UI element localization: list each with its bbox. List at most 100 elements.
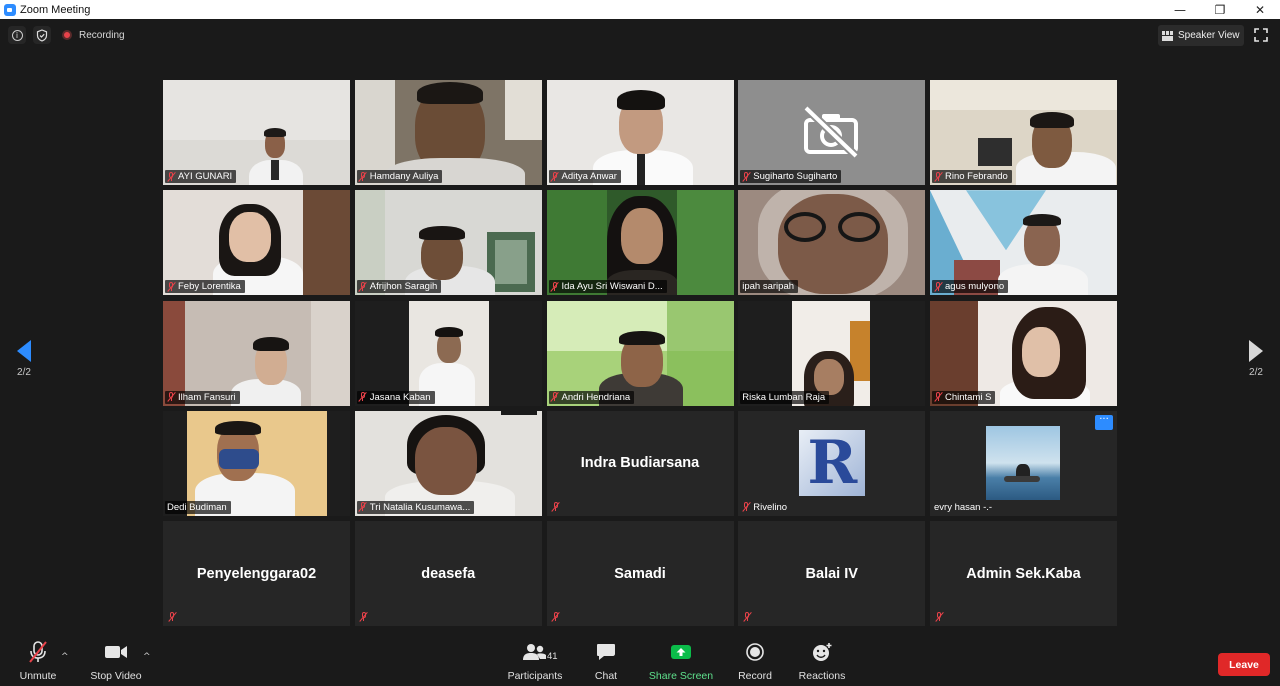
- participant-tile[interactable]: Tri Natalia Kusumawa...: [354, 410, 542, 516]
- mic-muted-icon: [358, 391, 368, 403]
- mic-muted-icon: [934, 611, 944, 623]
- record-icon: [735, 640, 775, 664]
- mic-muted-icon: [166, 171, 176, 182]
- participant-name: Tri Natalia Kusumawa...: [369, 501, 471, 513]
- participant-tile[interactable]: Ida Ayu Sri Wiswani D...: [546, 190, 734, 296]
- participant-tile[interactable]: Penyelenggara02: [163, 521, 350, 626]
- participant-name: Ida Ayu Sri Wiswani D...: [561, 281, 663, 293]
- participant-name: evry hasan -.-: [934, 501, 993, 513]
- previous-page-button[interactable]: 2/2: [9, 340, 39, 390]
- stop-video-button[interactable]: Stop Video: [90, 640, 142, 686]
- page-indicator-right: 2/2: [1249, 367, 1263, 378]
- participant-tile[interactable]: agus mulyono: [930, 190, 1117, 296]
- recording-label: Recording: [79, 29, 125, 41]
- grid-view-icon: [1162, 30, 1174, 41]
- participant-name: Sugiharto Sugiharto: [753, 171, 838, 182]
- participant-video: [930, 300, 1117, 406]
- participant-tile[interactable]: Ilham Fansuri: [163, 300, 350, 406]
- participant-tile[interactable]: Hamdany Auliya: [354, 80, 542, 185]
- participant-tile[interactable]: Jasana Kaban: [354, 300, 542, 406]
- participant-tile[interactable]: Rino Febrando: [930, 80, 1117, 185]
- participant-tile[interactable]: Chintami S: [930, 300, 1117, 406]
- participant-nameplate: AYI GUNARI: [165, 170, 237, 183]
- participant-nameplate: Jasana Kaban: [356, 390, 435, 404]
- participant-tile[interactable]: ipah saripah: [738, 190, 926, 296]
- minimize-button[interactable]: —: [1160, 0, 1200, 19]
- recording-dot-icon: [62, 30, 72, 40]
- participant-tile[interactable]: AYI GUNARI: [163, 80, 350, 185]
- mic-muted-icon: [550, 391, 560, 403]
- participant-nameplate: Afrijhon Saragih: [356, 280, 442, 294]
- leave-button[interactable]: Leave: [1218, 653, 1270, 676]
- participant-name: Rivelino: [753, 501, 788, 513]
- participant-display-name: Indra Budiarsana: [580, 455, 700, 472]
- participant-nameplate: Aditya Anwar: [548, 170, 621, 183]
- participant-name: AYI GUNARI: [178, 171, 233, 182]
- record-button[interactable]: Record: [735, 640, 775, 686]
- mic-muted-icon: [743, 611, 752, 623]
- participant-nameplate: evry hasan -.-: [932, 501, 996, 514]
- gallery-grid: AYI GUNARI Hamdany Auliya Aditya Anwar S…: [163, 80, 1117, 626]
- participant-nameplate: Hamdany Auliya: [356, 170, 443, 183]
- meeting-info-icon[interactable]: i: [8, 26, 26, 44]
- video-options-caret[interactable]: ^: [143, 652, 151, 662]
- mic-muted-icon: [551, 611, 561, 623]
- participant-nameplate: ipah saripah: [740, 280, 799, 294]
- participant-tile[interactable]: Admin Sek.Kaba: [930, 521, 1117, 626]
- reactions-label: Reactions: [798, 670, 846, 682]
- close-button[interactable]: ✕: [1240, 0, 1280, 19]
- participant-tile[interactable]: Balai IV: [738, 521, 926, 626]
- stop-video-label: Stop Video: [90, 670, 142, 682]
- participant-tile[interactable]: R Rivelino: [738, 410, 926, 516]
- next-page-button[interactable]: 2/2: [1241, 340, 1271, 390]
- participant-tile[interactable]: Dedi Budiman: [163, 410, 350, 516]
- participant-nameplate: Ilham Fansuri: [165, 390, 240, 404]
- participants-button[interactable]: Participants: [505, 640, 565, 686]
- participant-video: [546, 300, 734, 406]
- title-bar: Zoom Meeting — ❐ ✕: [0, 0, 1280, 19]
- profile-picture: R: [799, 427, 866, 498]
- reactions-button[interactable]: Reactions: [798, 640, 846, 686]
- mic-muted-icon: [358, 502, 368, 513]
- recording-indicator[interactable]: Recording: [62, 28, 125, 42]
- participant-display-name: Balai IV: [805, 565, 858, 582]
- fullscreen-icon[interactable]: [1254, 28, 1268, 42]
- participants-label: Participants: [507, 670, 563, 682]
- zoom-app-icon: [4, 3, 16, 16]
- participant-tile[interactable]: Feby Lorentika: [163, 190, 350, 296]
- participant-tile[interactable]: ··· evry hasan -.-: [930, 410, 1117, 516]
- participant-tile[interactable]: Afrijhon Saragih: [354, 190, 542, 296]
- participant-nameplate: Rino Febrando: [932, 170, 1012, 183]
- participant-name: Dedi Budiman: [167, 501, 227, 513]
- participant-name: Hamdany Auliya: [369, 171, 439, 182]
- chat-button[interactable]: Chat: [586, 640, 626, 686]
- avatar-letter: R: [807, 427, 858, 498]
- chat-icon: [586, 640, 626, 664]
- audio-options-caret[interactable]: ^: [61, 652, 69, 662]
- meeting-top-bar: i Recording Speaker View: [0, 19, 1280, 53]
- meeting-controls-toolbar: Unmute ^ Stop Video ^ Participants 41 Ch…: [0, 640, 1280, 686]
- info-glyph: i: [11, 29, 23, 41]
- participant-name: Riska Lumban Raja: [742, 391, 826, 403]
- mic-muted-icon: [742, 171, 751, 182]
- camera-off-icon: [803, 106, 860, 158]
- window-controls: — ❐ ✕: [1160, 0, 1280, 19]
- participant-tile[interactable]: Andri Hendriana: [546, 300, 734, 406]
- participant-video: [163, 300, 350, 406]
- unmute-button[interactable]: Unmute: [18, 640, 58, 686]
- participant-tile[interactable]: deasefa: [354, 521, 542, 626]
- participant-tile[interactable]: Aditya Anwar: [546, 80, 734, 185]
- participant-name: Chintami S: [945, 391, 992, 403]
- participant-nameplate: Chintami S: [932, 390, 996, 404]
- participant-tile[interactable]: Indra Budiarsana: [546, 410, 734, 516]
- participant-tile[interactable]: Riska Lumban Raja: [738, 300, 926, 406]
- participant-tile[interactable]: Samadi: [546, 521, 734, 626]
- more-options-button[interactable]: ···: [1095, 414, 1113, 430]
- share-screen-button[interactable]: Share Screen: [647, 640, 715, 686]
- mic-muted-icon: [933, 281, 943, 292]
- speaker-view-label: Speaker View: [1178, 30, 1240, 41]
- shield-icon[interactable]: [33, 26, 51, 44]
- speaker-view-button[interactable]: Speaker View: [1158, 25, 1244, 46]
- participant-tile[interactable]: Sugiharto Sugiharto: [738, 80, 926, 185]
- restore-button[interactable]: ❐: [1200, 0, 1240, 19]
